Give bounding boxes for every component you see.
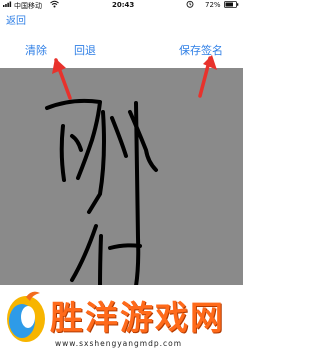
watermark-title: 胜洋游戏网 xyxy=(50,298,225,337)
watermark-logo-icon xyxy=(7,291,45,342)
clear-button[interactable]: 清除 xyxy=(25,42,47,58)
wifi-icon xyxy=(50,0,59,10)
back-button[interactable]: 返回 xyxy=(6,12,26,27)
alarm-icon xyxy=(186,0,194,10)
arrow-annotation-right xyxy=(198,55,217,98)
carrier-label: 中国移动 xyxy=(14,2,42,10)
arrow-annotation-left xyxy=(52,58,72,100)
signal-icon xyxy=(3,1,12,9)
watermark-url: www.sxshengyangmdp.com xyxy=(55,339,183,348)
clock-time: 20:43 xyxy=(112,1,135,9)
battery-percent: 72% xyxy=(205,1,221,9)
site-watermark: 胜洋游戏网 www.sxshengyangmdp.com xyxy=(0,285,243,356)
battery-icon xyxy=(224,1,239,10)
status-bar: 中国移动 20:43 72% xyxy=(0,0,243,11)
